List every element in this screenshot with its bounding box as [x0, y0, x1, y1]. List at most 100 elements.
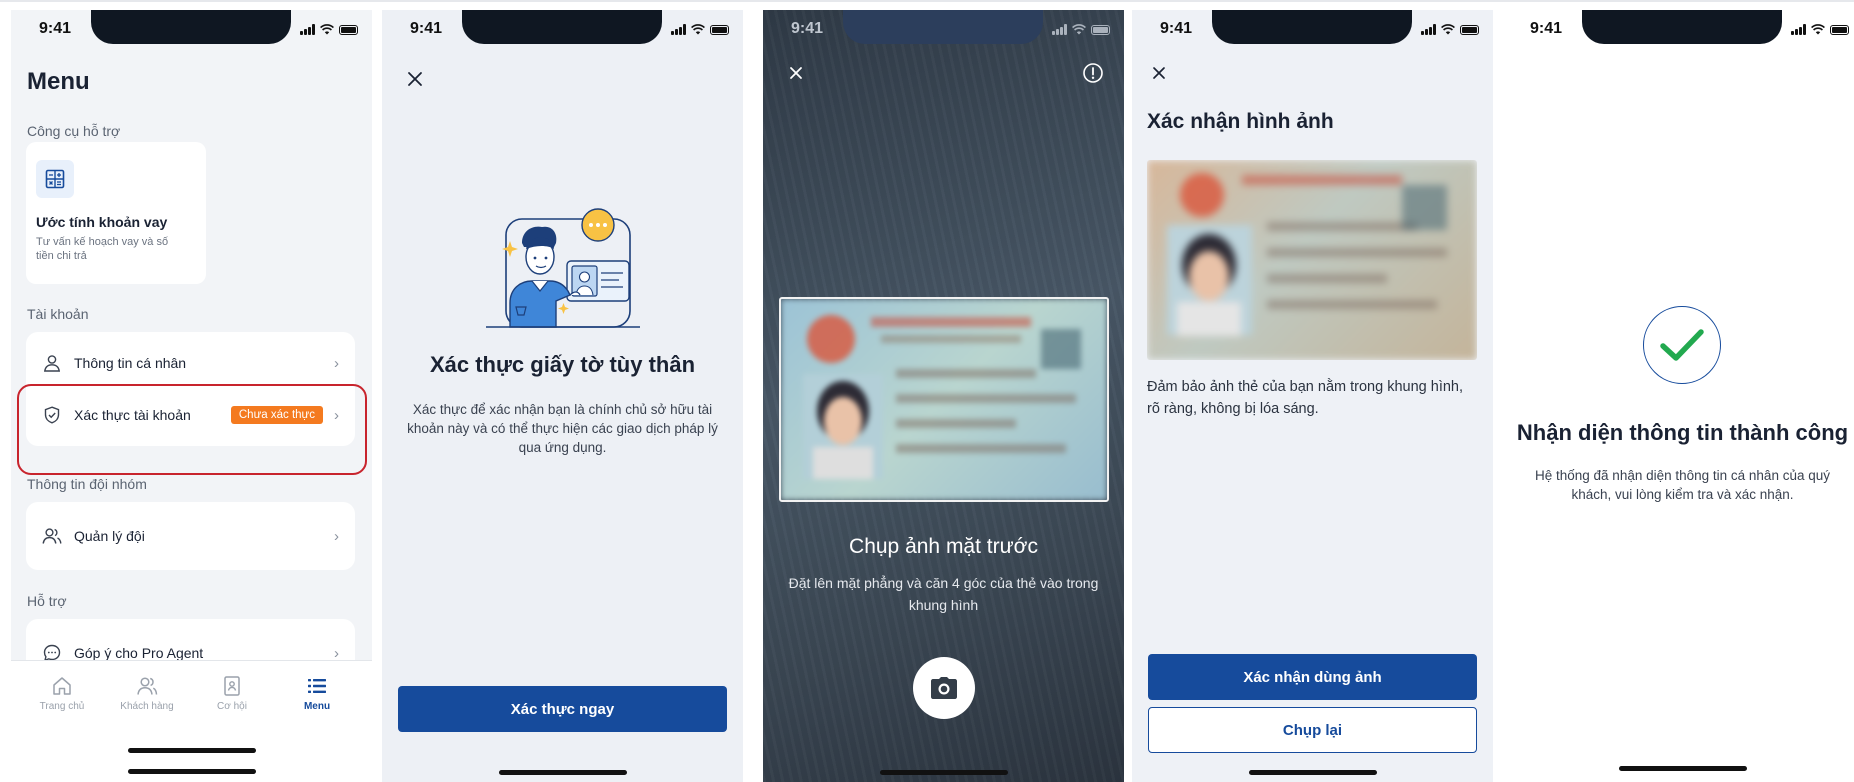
home-indicator — [498, 770, 627, 775]
tab-label: Khách hàng — [120, 701, 174, 712]
device-notch — [462, 10, 662, 44]
loan-estimate-card[interactable]: Ước tính khoản vay Tư vấn kế hoạch vay v… — [26, 142, 206, 284]
page-description: Hệ thống đã nhận diện thông tin cá nhân … — [1535, 468, 1830, 502]
id-card-preview — [781, 299, 1107, 500]
device-notch — [1212, 10, 1412, 44]
retake-button[interactable]: Chụp lại — [1148, 707, 1477, 753]
user-icon — [42, 353, 62, 373]
tab-opportunities[interactable]: Cơ hội — [197, 675, 267, 712]
status-icons — [1791, 24, 1849, 35]
home-indicator — [1618, 766, 1747, 771]
page-description: Xác thực để xác nhận bạn là chính chủ sở… — [407, 402, 718, 455]
section-label-tools: Công cụ hỗ trợ — [27, 123, 121, 139]
chevron-right-icon: › — [334, 527, 339, 545]
battery-icon — [1091, 24, 1110, 35]
checkmark-icon — [1660, 329, 1704, 361]
signal-icon — [1791, 24, 1806, 35]
tab-label: Cơ hội — [217, 701, 247, 712]
status-time: 9:41 — [791, 20, 824, 37]
tool-description: Tư vấn kế hoạch vay và số tiền chi trả — [36, 236, 169, 262]
row-label: Quản lý đội — [74, 528, 145, 544]
wifi-icon — [1441, 24, 1455, 35]
photo-guidance: Đảm bảo ảnh thẻ của bạn nằm trong khung … — [1147, 379, 1463, 417]
wifi-icon — [1072, 24, 1086, 35]
home-indicator — [1248, 770, 1377, 775]
battery-icon — [1830, 24, 1849, 35]
success-badge — [1643, 306, 1721, 384]
status-time: 9:41 — [410, 20, 443, 37]
info-icon[interactable] — [1082, 62, 1104, 84]
section-label-account: Tài khoản — [27, 306, 89, 322]
battery-icon — [339, 24, 358, 35]
close-icon[interactable] — [1148, 62, 1170, 84]
bottom-tab-bar: Trang chủ Khách hàng Cơ hội Menu — [11, 660, 372, 782]
status-icons — [300, 24, 358, 35]
signal-icon — [1052, 24, 1067, 35]
status-time: 9:41 — [39, 20, 72, 37]
sidebar-item-personal-info[interactable]: Thông tin cá nhân › — [26, 338, 355, 388]
home-icon — [27, 675, 97, 697]
tab-customers[interactable]: Khách hàng — [112, 675, 182, 712]
success-screen: 9:41 Nhận diện thông tin thành công Hệ t… — [1502, 10, 1854, 782]
card-capture-frame — [779, 297, 1109, 502]
customers-icon — [112, 675, 182, 697]
capture-instructions: Đặt lên mặt phẳng và căn 4 góc của thẻ v… — [788, 575, 1099, 613]
camera-screen: 9:41 Chụp ảnh mặt trước Đặt lên mặt phẳn… — [763, 10, 1124, 782]
top-divider — [0, 0, 1854, 2]
id-card-preview — [1147, 160, 1477, 360]
page-title: Nhận diện thông tin thành công — [1516, 420, 1849, 445]
wifi-icon — [320, 24, 334, 35]
tool-name: Ước tính khoản vay — [36, 214, 168, 230]
close-icon[interactable] — [404, 68, 426, 90]
chevron-right-icon: › — [334, 644, 339, 662]
signal-icon — [1421, 24, 1436, 35]
row-label: Thông tin cá nhân — [74, 355, 187, 371]
team-list: Quản lý đội › — [26, 502, 355, 570]
sidebar-item-team-management[interactable]: Quản lý đội › — [26, 511, 355, 561]
device-notch — [1582, 10, 1782, 44]
captured-card-image — [1147, 160, 1477, 360]
menu-list-icon — [282, 675, 352, 697]
id-verification-illustration — [486, 208, 640, 328]
page-title: Menu — [27, 68, 90, 95]
status-time: 9:41 — [1160, 20, 1193, 37]
battery-icon — [1460, 24, 1479, 35]
menu-screen: 9:41 Menu Công cụ hỗ trợ Ước tính khoản … — [11, 10, 372, 782]
device-notch — [91, 10, 291, 44]
home-indicator — [127, 748, 256, 753]
section-label-team: Thông tin đội nhóm — [27, 476, 147, 492]
calculator-icon — [36, 160, 74, 198]
page-title: Xác thực giấy tờ tùy thân — [429, 352, 696, 377]
camera-icon — [931, 677, 957, 699]
signal-icon — [300, 24, 315, 35]
page-title: Xác nhận hình ảnh — [1147, 110, 1334, 133]
users-icon — [42, 526, 62, 546]
home-indicator-outer — [127, 769, 256, 774]
tab-home[interactable]: Trang chủ — [27, 675, 97, 712]
verify-intro-screen: 9:41 Xác thực giấy tờ tùy thân Xác thực … — [382, 10, 743, 782]
status-icons — [671, 24, 729, 35]
row-label: Góp ý cho Pro Agent — [74, 645, 204, 661]
confirm-photo-button[interactable]: Xác nhận dùng ảnh — [1148, 654, 1477, 700]
highlight-outline — [17, 384, 367, 475]
status-icons — [1052, 24, 1110, 35]
opportunity-icon — [197, 675, 267, 697]
wifi-icon — [691, 24, 705, 35]
status-time: 9:41 — [1530, 20, 1563, 37]
battery-icon — [710, 24, 729, 35]
confirm-photo-screen: 9:41 Xác nhận hình ảnh Đảm bảo ảnh thẻ c… — [1132, 10, 1493, 782]
capture-title: Chụp ảnh mặt trước — [849, 535, 1038, 558]
home-indicator — [879, 770, 1008, 775]
shutter-button[interactable] — [913, 657, 975, 719]
tab-menu[interactable]: Menu — [282, 675, 352, 712]
signal-icon — [671, 24, 686, 35]
chevron-right-icon: › — [334, 354, 339, 372]
verify-now-button[interactable]: Xác thực ngay — [398, 686, 727, 732]
tab-label: Trang chủ — [39, 701, 85, 712]
close-icon[interactable] — [785, 62, 807, 84]
tab-label: Menu — [303, 701, 331, 712]
section-label-support: Hỗ trợ — [27, 593, 67, 609]
status-icons — [1421, 24, 1479, 35]
wifi-icon — [1811, 24, 1825, 35]
device-notch — [843, 10, 1043, 44]
